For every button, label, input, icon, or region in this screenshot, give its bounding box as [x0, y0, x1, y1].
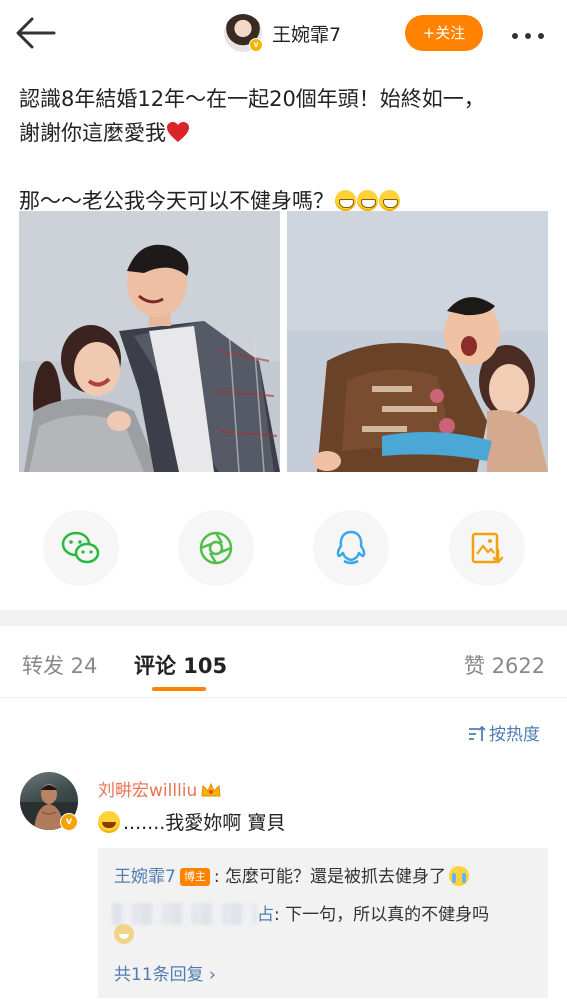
blurred-username: [112, 903, 257, 925]
author-name[interactable]: 王婉霏7: [272, 20, 341, 47]
post-text: 認識8年結婚12年～在一起20個年頭！始終如一， 謝謝你這麼愛我 那～～老公我今…: [19, 82, 549, 218]
back-arrow-icon[interactable]: [14, 14, 56, 52]
top-bar: v 王婉霏7 +关注: [0, 0, 567, 68]
comment-text: .......我愛妳啊 寶貝: [98, 808, 285, 835]
reply-item: 王婉霏7 博主: 怎麼可能？還是被抓去健身了: [114, 862, 469, 887]
tab-reposts[interactable]: 转发 24: [22, 650, 97, 680]
heart-emoji-icon: [167, 122, 189, 142]
save-image-button[interactable]: [449, 510, 525, 586]
doge-emoji-icon: [114, 924, 134, 944]
grin-emoji-icon: [357, 190, 378, 211]
laugh-cry-emoji-icon: [98, 811, 120, 833]
grin-emoji-icon: [379, 190, 400, 211]
reply-author[interactable]: 王婉霏7: [114, 867, 176, 887]
author-tag: 博主: [179, 868, 210, 886]
active-tab-indicator: [152, 687, 206, 691]
verified-badge-icon: v: [60, 813, 78, 831]
share-qq-button[interactable]: [313, 510, 389, 586]
post-line-1: 認識8年結婚12年～在一起20個年頭！始終如一，: [19, 87, 485, 111]
tab-likes[interactable]: 赞 2622: [464, 650, 545, 680]
cry-emoji-icon: [448, 866, 469, 886]
grin-emoji-icon: [335, 190, 356, 211]
crown-icon: [201, 782, 221, 797]
tab-comments[interactable]: 评论 105: [134, 650, 227, 680]
sort-icon: [469, 725, 486, 741]
save-image-icon: [471, 532, 504, 564]
follow-button[interactable]: +关注: [405, 15, 483, 51]
post-line-2: 謝謝你這麼愛我: [19, 116, 549, 150]
tabs-divider: [0, 697, 567, 698]
share-wechat-button[interactable]: [43, 510, 119, 586]
wechat-icon: [61, 531, 100, 564]
reply-item: 占: 下一句，所以真的不健身吗: [112, 900, 489, 925]
post-photo-2[interactable]: [287, 211, 548, 472]
qq-icon: [336, 530, 366, 565]
post-photo-1[interactable]: [19, 211, 280, 472]
commenter-name[interactable]: 刘畊宏willliu: [98, 776, 222, 801]
verified-badge-icon: v: [249, 38, 263, 52]
reply-item-emoji: [114, 924, 134, 945]
share-moments-button[interactable]: [178, 510, 254, 586]
view-all-replies-link[interactable]: 共11条回复 ›: [114, 960, 216, 985]
reply-thread[interactable]: 王婉霏7 博主: 怎麼可能？還是被抓去健身了 占: 下一句，所以真的不健身吗 共1…: [98, 848, 548, 998]
sort-by-popularity-button[interactable]: 按热度: [468, 720, 540, 745]
more-dots-icon[interactable]: [512, 24, 556, 42]
section-divider: [0, 610, 567, 626]
moments-icon: [199, 531, 233, 565]
